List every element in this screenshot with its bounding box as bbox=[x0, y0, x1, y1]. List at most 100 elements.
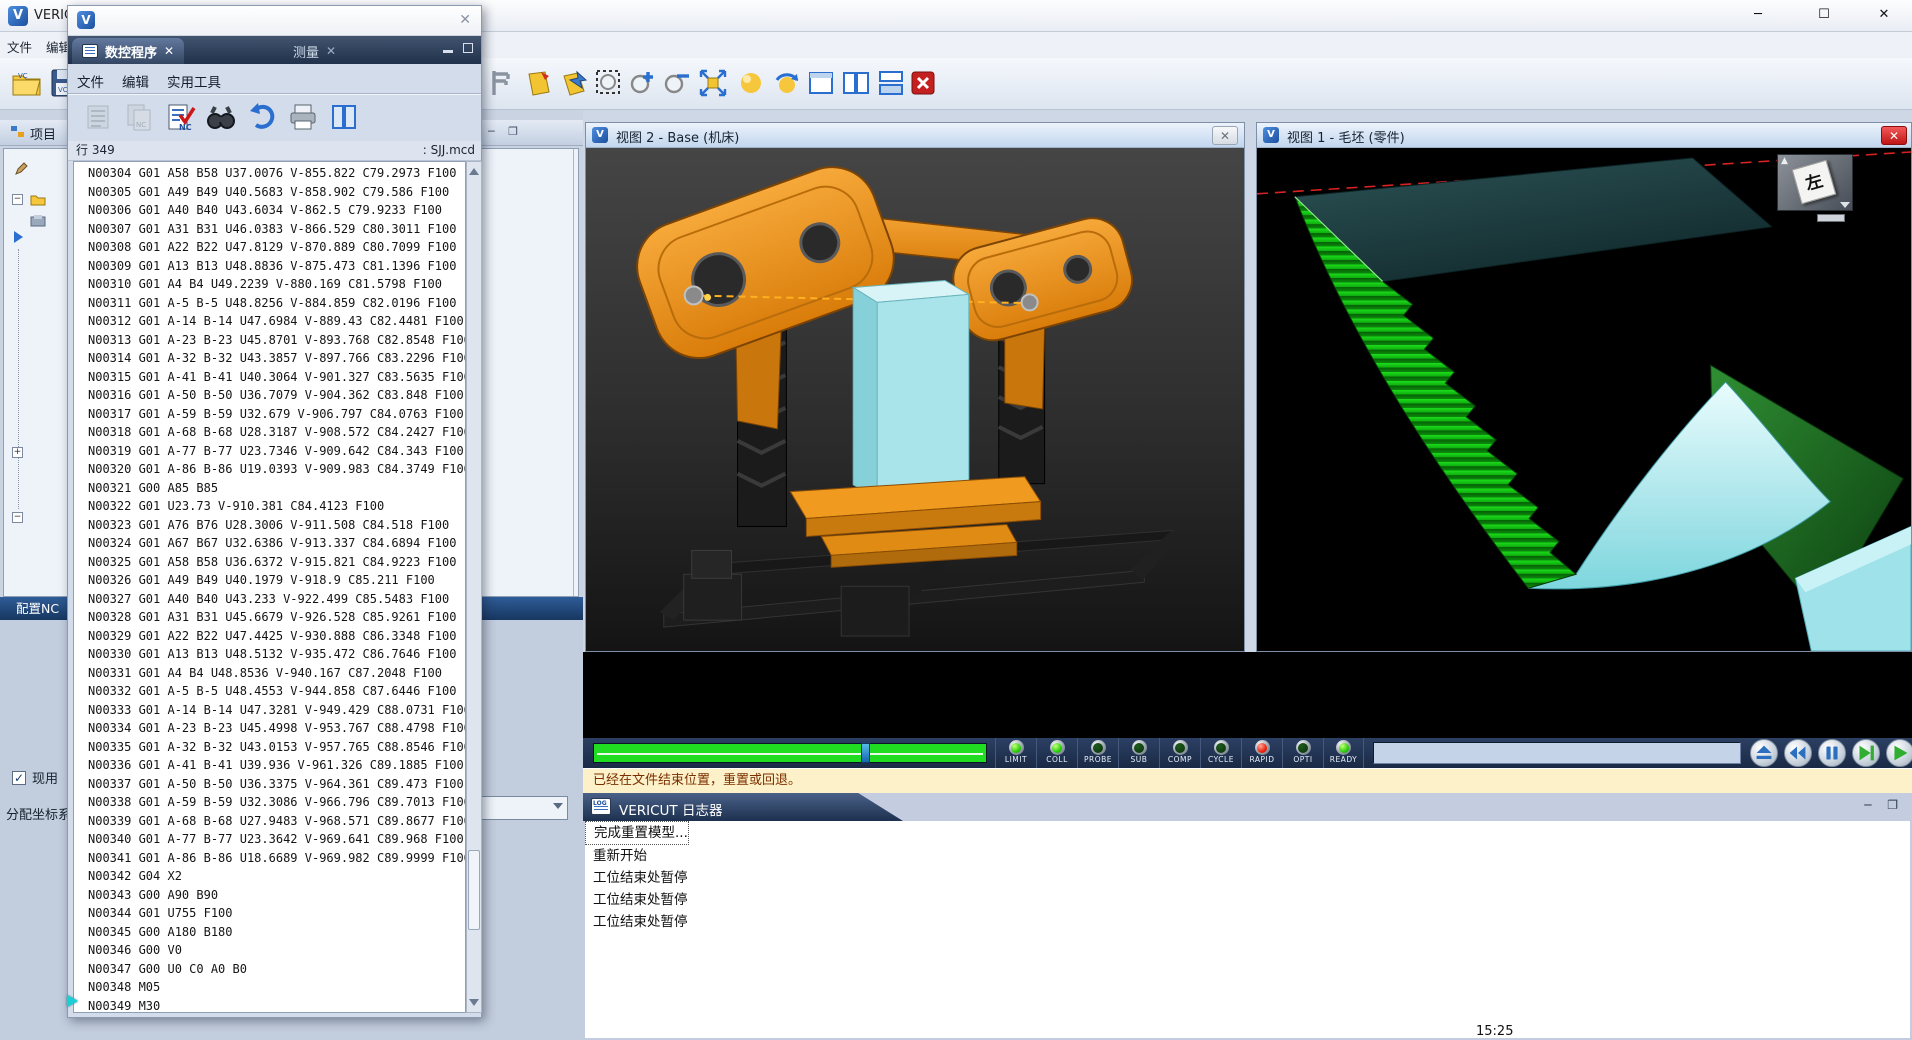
nc-line[interactable]: N00331 G01 A4 B4 U48.8536 V-940.167 C87.… bbox=[88, 664, 465, 683]
tree-expander-expand[interactable]: + bbox=[12, 447, 23, 458]
view2-header[interactable]: V 视图 2 - Base (机床) ✕ bbox=[586, 123, 1244, 148]
panel-minimize-icon[interactable]: ─ ❐ bbox=[488, 125, 523, 138]
nc-line[interactable]: N00309 G01 A13 B13 U48.8836 V-875.473 C8… bbox=[88, 257, 465, 276]
nc-code-area[interactable]: N00304 G01 A58 B58 U37.0076 V-855.822 C7… bbox=[73, 161, 466, 1013]
rotate-view-icon[interactable] bbox=[772, 68, 802, 98]
nc-line[interactable]: N00308 G01 A22 B22 U47.8129 V-870.889 C8… bbox=[88, 238, 465, 257]
nc-list-icon[interactable] bbox=[82, 101, 114, 133]
logger-header[interactable]: VERICUT 日志器 bbox=[583, 793, 903, 821]
layout-split-vertical-icon[interactable] bbox=[841, 68, 871, 98]
nc-line[interactable]: N00326 G01 A49 B49 U40.1979 V-918.9 C85.… bbox=[88, 571, 465, 590]
nc-line[interactable]: N00305 G01 A49 B49 U40.5683 V-858.902 C7… bbox=[88, 183, 465, 202]
nc-line[interactable]: N00329 G01 A22 B22 U47.4425 V-930.888 C8… bbox=[88, 627, 465, 646]
led-button[interactable]: RAPID bbox=[1241, 738, 1282, 768]
zoom-out-icon[interactable] bbox=[662, 68, 692, 98]
nc-menu-edit[interactable]: 编辑 bbox=[113, 64, 158, 91]
view1-header[interactable]: V 视图 1 - 毛坯 (零件) ✕ bbox=[1257, 123, 1911, 148]
nc-line[interactable]: N00334 G01 A-23 B-23 U45.4998 V-953.767 … bbox=[88, 719, 465, 738]
machine-3d-view[interactable] bbox=[586, 148, 1244, 651]
undo-icon[interactable] bbox=[246, 101, 278, 133]
model-export-icon[interactable] bbox=[523, 68, 553, 98]
nc-line[interactable]: N00327 G01 A40 B40 U43.233 V-922.499 C85… bbox=[88, 590, 465, 609]
maximize-button[interactable]: ☐ bbox=[1802, 2, 1846, 28]
fit-view-icon[interactable] bbox=[698, 68, 728, 98]
reset-eject-button[interactable] bbox=[1750, 739, 1778, 767]
nc-window-close-button[interactable]: ✕ bbox=[459, 12, 471, 28]
tool-change-icon[interactable] bbox=[560, 68, 590, 98]
stock-3d-view[interactable]: ▲ 左 bbox=[1257, 148, 1911, 651]
nc-line[interactable]: N00348 M05 bbox=[88, 978, 465, 997]
tab-nc-program[interactable]: 数控程序 ✕ bbox=[72, 38, 184, 64]
led-button[interactable]: PROBE bbox=[1077, 738, 1118, 768]
nc-line[interactable]: N00332 G01 A-5 B-5 U48.4553 V-944.858 C8… bbox=[88, 682, 465, 701]
nc-line[interactable]: N00335 G01 A-32 B-32 U43.0153 V-957.765 … bbox=[88, 738, 465, 757]
view1-close-button[interactable]: ✕ bbox=[1881, 126, 1907, 145]
search-binoculars-icon[interactable] bbox=[205, 101, 237, 133]
print-icon[interactable] bbox=[287, 101, 319, 133]
led-button[interactable]: SUB bbox=[1118, 738, 1159, 768]
simulation-progress-bar[interactable] bbox=[593, 743, 987, 763]
zoom-window-icon[interactable] bbox=[594, 68, 624, 98]
nc-window-titlebar[interactable]: V ✕ bbox=[68, 6, 481, 36]
nc-line[interactable]: N00337 G01 A-50 B-50 U36.3375 V-964.361 … bbox=[88, 775, 465, 794]
nc-line[interactable]: N00338 G01 A-59 B-59 U32.3086 V-966.796 … bbox=[88, 793, 465, 812]
mdi-command-field[interactable] bbox=[1373, 742, 1741, 764]
nc-line[interactable]: N00312 G01 A-14 B-14 U47.6984 V-889.43 C… bbox=[88, 312, 465, 331]
nc-line[interactable]: N00345 G00 A180 B180 bbox=[88, 923, 465, 942]
nc-line[interactable]: N00341 G01 A-86 B-86 U18.6689 V-969.982 … bbox=[88, 849, 465, 868]
view-orientation-cube[interactable]: ▲ 左 bbox=[1777, 154, 1853, 211]
close-button[interactable]: ✕ bbox=[1862, 2, 1906, 28]
nc-line[interactable]: N00322 G01 U23.73 V-910.381 C84.4123 F10… bbox=[88, 497, 465, 516]
led-button[interactable]: COMP bbox=[1159, 738, 1200, 768]
nc-line[interactable]: N00316 G01 A-50 B-50 U36.7079 V-904.362 … bbox=[88, 386, 465, 405]
tab-measure[interactable]: 测量 ✕ bbox=[283, 38, 346, 64]
nc-line[interactable]: N00313 G01 A-23 B-23 U45.8701 V-893.768 … bbox=[88, 331, 465, 350]
nc-menu-file[interactable]: 文件 bbox=[68, 64, 113, 91]
tab-float-icon[interactable] bbox=[463, 43, 473, 53]
nc-line[interactable]: N00343 G00 A90 B90 bbox=[88, 886, 465, 905]
orientation-slider[interactable] bbox=[1817, 214, 1845, 222]
led-button[interactable]: LIMIT bbox=[995, 738, 1036, 768]
zoom-in-icon[interactable] bbox=[628, 68, 658, 98]
nc-line[interactable]: N00344 G01 U755 F100 bbox=[88, 904, 465, 923]
nc-line[interactable]: N00310 G01 A4 B4 U49.2239 V-880.169 C81.… bbox=[88, 275, 465, 294]
nc-line[interactable]: N00320 G01 A-86 B-86 U19.0393 V-909.983 … bbox=[88, 460, 465, 479]
nc-line[interactable]: N00304 G01 A58 B58 U37.0076 V-855.822 C7… bbox=[88, 164, 465, 183]
layout-split-horizontal-icon[interactable] bbox=[876, 68, 906, 98]
measure-caliper-icon[interactable] bbox=[486, 68, 516, 98]
tab-close-icon[interactable]: ✕ bbox=[164, 44, 174, 58]
active-checkbox[interactable]: ✓ bbox=[12, 771, 26, 785]
nc-line[interactable]: N00311 G01 A-5 B-5 U48.8256 V-884.859 C8… bbox=[88, 294, 465, 313]
rewind-button[interactable] bbox=[1784, 739, 1812, 767]
nc-line[interactable]: N00346 G00 V0 bbox=[88, 941, 465, 960]
nc-line[interactable]: N00328 G01 A31 B31 U45.6679 V-926.528 C8… bbox=[88, 608, 465, 627]
led-button[interactable]: COLL bbox=[1036, 738, 1077, 768]
nc-line[interactable]: N00321 G00 A85 B85 bbox=[88, 479, 465, 498]
tab-minimize-icon[interactable] bbox=[443, 43, 453, 53]
nc-line[interactable]: N00318 G01 A-68 B-68 U28.3187 V-908.572 … bbox=[88, 423, 465, 442]
nc-line[interactable]: N00340 G01 A-77 B-77 U23.3642 V-969.641 … bbox=[88, 830, 465, 849]
chevron-down-icon[interactable] bbox=[1840, 202, 1850, 208]
nc-line[interactable]: N00306 G01 A40 B40 U43.6034 V-862.5 C79.… bbox=[88, 201, 465, 220]
scroll-down-icon[interactable] bbox=[469, 999, 479, 1006]
nc-check-icon[interactable]: NC bbox=[164, 101, 196, 133]
nc-copy-icon[interactable]: NC bbox=[123, 101, 155, 133]
menu-file[interactable]: 文件 bbox=[0, 32, 39, 61]
nc-scrollbar[interactable] bbox=[466, 161, 482, 1013]
view2-close-button[interactable]: ✕ bbox=[1212, 126, 1238, 145]
tree-expander-collapse[interactable]: − bbox=[12, 194, 23, 205]
progress-handle[interactable] bbox=[861, 743, 870, 763]
nc-line[interactable]: N00330 G01 A13 B13 U48.5132 V-935.472 C8… bbox=[88, 645, 465, 664]
nc-line[interactable]: N00333 G01 A-14 B-14 U47.3281 V-949.429 … bbox=[88, 701, 465, 720]
edit-pencil-icon[interactable] bbox=[14, 161, 28, 175]
nc-line[interactable]: N00307 G01 A31 B31 U46.0383 V-866.529 C8… bbox=[88, 220, 465, 239]
nc-line[interactable]: N00315 G01 A-41 B-41 U40.3064 V-901.327 … bbox=[88, 368, 465, 387]
logger-window-buttons[interactable]: ─ ❐ bbox=[1864, 798, 1904, 812]
layout-single-icon[interactable] bbox=[806, 68, 836, 98]
tab-close-icon[interactable]: ✕ bbox=[326, 44, 336, 58]
nc-menu-utilities[interactable]: 实用工具 bbox=[158, 64, 230, 91]
led-button[interactable]: CYCLE bbox=[1200, 738, 1241, 768]
pause-button[interactable] bbox=[1818, 739, 1846, 767]
minimize-button[interactable]: ─ bbox=[1736, 2, 1780, 28]
shade-sphere-icon[interactable] bbox=[736, 68, 766, 98]
